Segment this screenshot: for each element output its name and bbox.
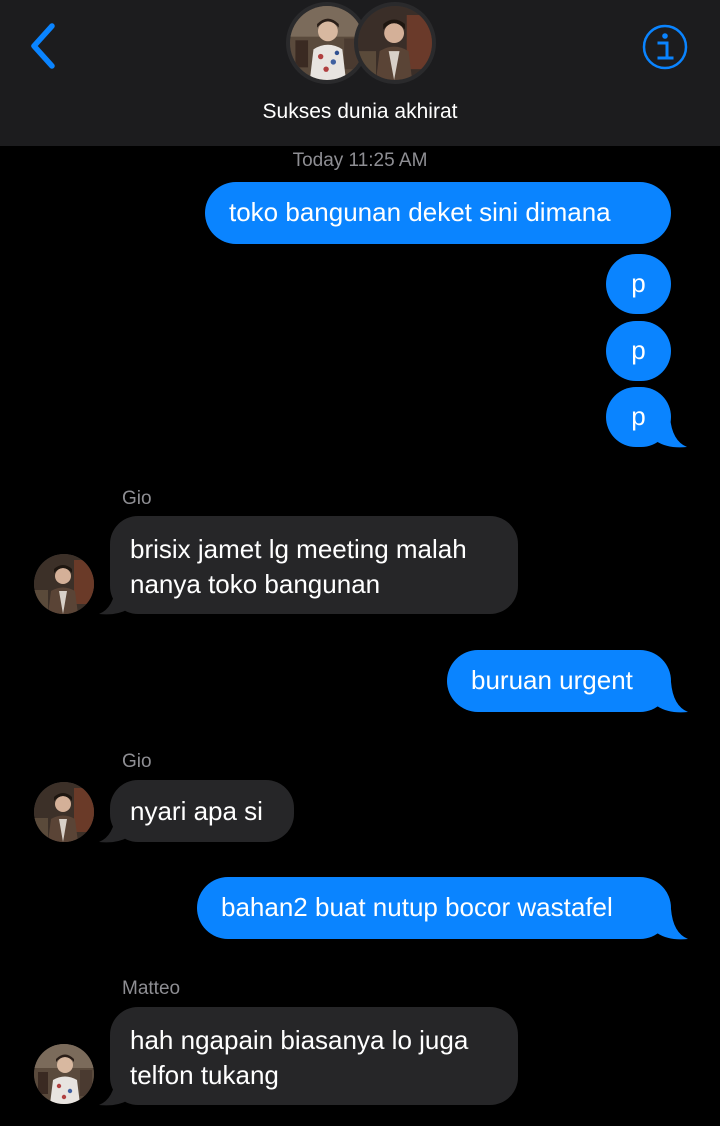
- message-text-line: nyari apa si: [130, 796, 263, 826]
- message-text: p: [631, 268, 646, 298]
- message-text: p: [631, 335, 646, 365]
- member-avatar: [354, 2, 436, 84]
- sender-avatar[interactable]: [34, 554, 94, 614]
- message-text: buruan urgent: [471, 665, 633, 695]
- info-button[interactable]: [640, 22, 690, 72]
- chevron-left-icon: [31, 23, 55, 69]
- bubble-tail: [652, 417, 687, 448]
- bubble-tail: [653, 909, 688, 940]
- message-text: toko bangunan deket sini dimana: [229, 197, 611, 227]
- bubble-tail: [653, 682, 688, 713]
- outgoing-message[interactable]: bahan2 buat nutup bocor wastafel: [197, 877, 688, 940]
- bubble-tail: [99, 584, 134, 615]
- outgoing-message[interactable]: p: [606, 321, 671, 381]
- outgoing-message[interactable]: p: [606, 254, 671, 314]
- outgoing-message[interactable]: p: [606, 387, 687, 448]
- outgoing-message[interactable]: buruan urgent: [447, 650, 688, 713]
- message-text: p: [631, 401, 646, 431]
- message-text-line: brisix jamet lg meeting malah: [130, 534, 467, 564]
- sender-name: Matteo: [122, 978, 181, 999]
- message-text-line: telfon tukang: [130, 1060, 279, 1090]
- back-button[interactable]: [22, 20, 66, 72]
- message-text-line: nanya toko bangunan: [130, 569, 381, 599]
- message-timestamp: Today 11:25 AM: [292, 150, 428, 171]
- incoming-message[interactable]: brisix jamet lg meeting malah nanya toko…: [99, 516, 518, 615]
- bubble-tail: [99, 1075, 134, 1106]
- sender-name: Gio: [122, 751, 152, 772]
- message-text: bahan2 buat nutup bocor wastafel: [221, 892, 613, 922]
- info-icon: [642, 24, 688, 70]
- bubble-tail: [99, 812, 134, 843]
- outgoing-message[interactable]: toko bangunan deket sini dimana: [205, 182, 671, 244]
- message-text-line: hah ngapain biasanya lo juga: [130, 1025, 469, 1055]
- incoming-message[interactable]: hah ngapain biasanya lo juga telfon tuka…: [99, 1007, 518, 1106]
- sender-avatar[interactable]: [34, 782, 94, 842]
- sender-avatar[interactable]: [34, 1044, 94, 1104]
- incoming-message[interactable]: nyari apa si: [99, 780, 294, 843]
- conversation-header: Sukses dunia akhirat: [0, 0, 720, 146]
- sender-name: Gio: [122, 488, 152, 509]
- group-avatar-stack[interactable]: [286, 2, 436, 88]
- group-name[interactable]: Sukses dunia akhirat: [0, 100, 720, 124]
